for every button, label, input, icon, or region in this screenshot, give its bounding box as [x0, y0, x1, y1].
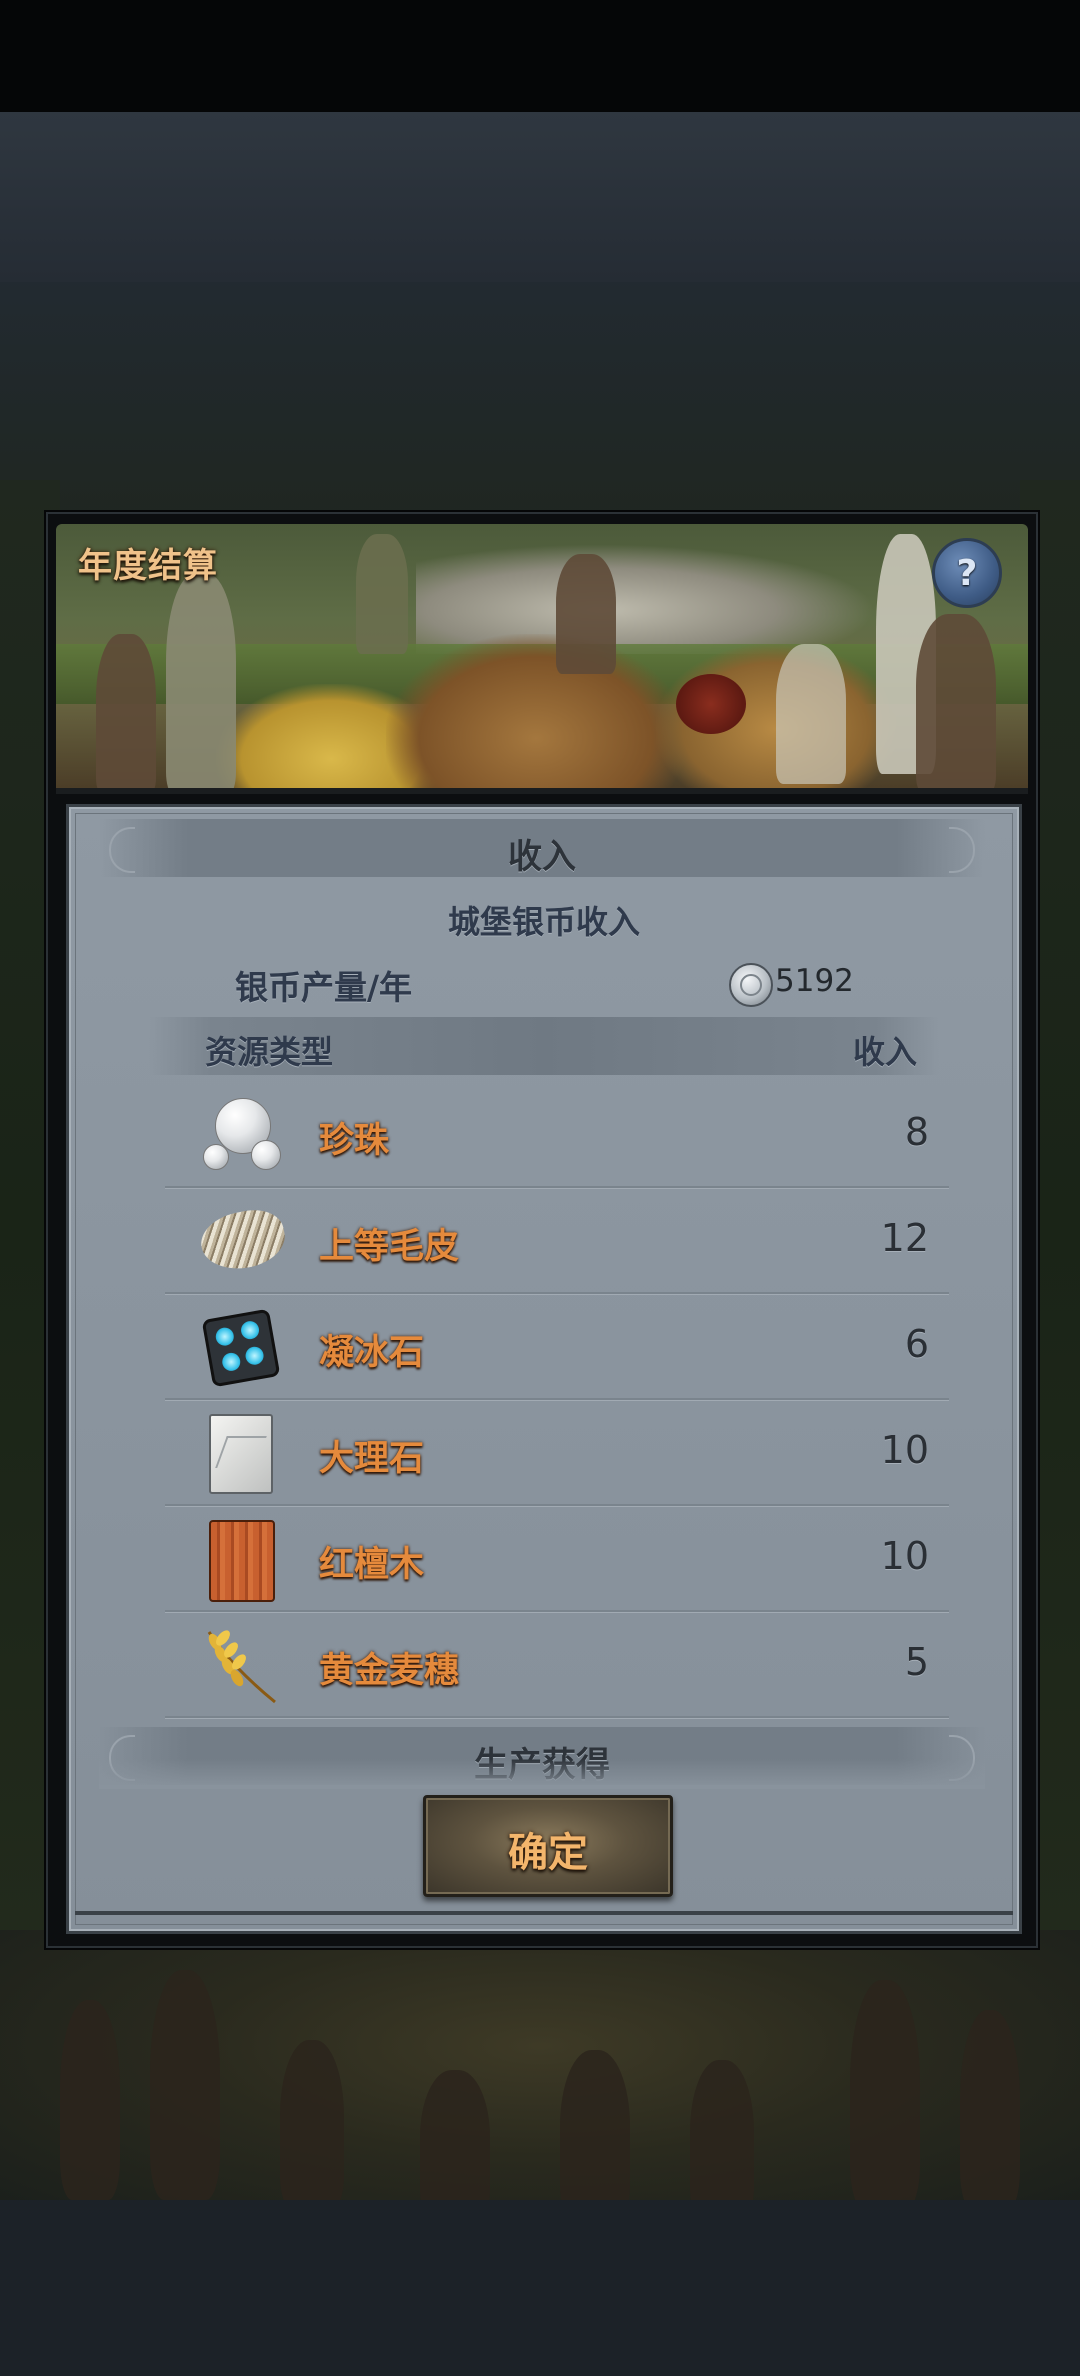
- question-mark-icon: ?: [956, 552, 978, 594]
- ice-stone-icon: [201, 1308, 281, 1388]
- income-panel: 收入 城堡银币收入 银币产量/年 5192 资源类型 收入 珍珠 8 上等毛皮 …: [66, 804, 1022, 1934]
- resource-name: 凝冰石: [319, 1333, 425, 1373]
- resource-list[interactable]: 珍珠 8 上等毛皮 12 凝冰石 6 大理石 10 红檀木 10 黄金麦穗 5: [165, 1082, 949, 1718]
- silver-production-row: 银币产量/年 5192: [169, 955, 949, 1011]
- resource-name: 上等毛皮: [319, 1227, 460, 1267]
- background-bottom: [0, 2200, 1080, 2376]
- golden-wheat-icon: [201, 1626, 277, 1704]
- resource-name: 黄金麦穗: [319, 1651, 460, 1691]
- column-header-resource-type: 资源类型: [205, 1033, 334, 1071]
- resource-table-header: 资源类型 收入: [149, 1017, 939, 1075]
- column-header-income: 收入: [852, 1033, 917, 1071]
- silver-production-value: 5192: [775, 963, 854, 999]
- silver-production-label: 银币产量/年: [235, 968, 413, 1007]
- background-harvest-scene: [0, 1930, 1080, 2220]
- scroll-fade: [99, 1759, 985, 1789]
- status-bar: [0, 0, 1080, 112]
- table-row: 凝冰石 6: [165, 1294, 949, 1400]
- resource-income-value: 10: [880, 1534, 929, 1578]
- income-section-header: 收入: [99, 819, 985, 877]
- castle-silver-income-heading: 城堡银币收入: [447, 903, 640, 941]
- resource-income-value: 6: [904, 1322, 929, 1366]
- resource-income-value: 8: [904, 1110, 929, 1154]
- annual-settlement-dialog: 年度结算 ? 收入 城堡银币收入 银币产量/年 5192 资源类型 收入 珍珠 …: [46, 512, 1038, 1948]
- resource-income-value: 10: [880, 1428, 929, 1472]
- confirm-button[interactable]: 确定: [423, 1795, 673, 1897]
- fur-icon: [196, 1202, 290, 1278]
- red-sandalwood-icon: [201, 1520, 277, 1602]
- marble-icon: [201, 1414, 277, 1494]
- background-band: [0, 112, 1080, 282]
- pearl-icon: [201, 1096, 281, 1172]
- confirm-button-label: 确定: [508, 1830, 588, 1876]
- table-row: 上等毛皮 12: [165, 1188, 949, 1294]
- resource-income-value: 12: [880, 1216, 929, 1260]
- table-row: 红檀木 10: [165, 1506, 949, 1612]
- table-row: 珍珠 8: [165, 1082, 949, 1188]
- income-section-title: 收入: [508, 837, 576, 877]
- resource-name: 珍珠: [319, 1121, 390, 1161]
- table-row: 黄金麦穗 5: [165, 1612, 949, 1718]
- help-button[interactable]: ?: [932, 538, 1002, 608]
- harvest-banner-image: 年度结算 ?: [56, 524, 1028, 794]
- resource-income-value: 5: [904, 1640, 929, 1684]
- resource-name: 大理石: [319, 1439, 425, 1479]
- silver-coin-icon: [729, 963, 773, 1007]
- dialog-title: 年度结算: [78, 546, 218, 586]
- resource-name: 红檀木: [319, 1545, 425, 1585]
- table-row: 大理石 10: [165, 1400, 949, 1506]
- panel-footer-divider: [75, 1911, 1013, 1915]
